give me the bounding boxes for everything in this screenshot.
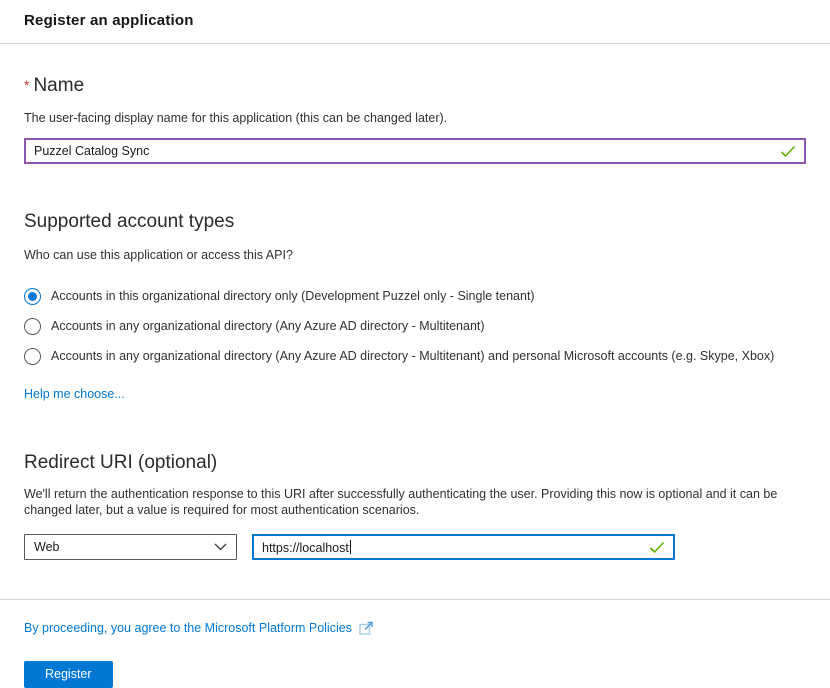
radio-button-icon[interactable]: [24, 348, 41, 365]
page-title: Register an application: [24, 12, 806, 29]
check-icon: [649, 541, 665, 554]
redirect-uri-value: https://localhost: [262, 540, 641, 555]
text-caret: [350, 540, 351, 554]
account-types-heading: Supported account types: [24, 210, 806, 233]
name-section-heading: *Name: [24, 74, 806, 97]
account-type-option[interactable]: Accounts in any organizational directory…: [24, 345, 806, 367]
platform-policies-link[interactable]: By proceeding, you agree to the Microsof…: [24, 621, 352, 635]
register-form: *Name The user-facing display name for t…: [0, 74, 830, 688]
name-heading-label: Name: [33, 75, 84, 96]
register-button[interactable]: Register: [24, 661, 113, 688]
account-type-option[interactable]: Accounts in any organizational directory…: [24, 315, 806, 337]
check-icon: [780, 145, 796, 158]
help-me-choose-link[interactable]: Help me choose...: [24, 387, 125, 401]
account-type-option-label: Accounts in this organizational director…: [51, 289, 535, 303]
external-link-icon[interactable]: [359, 621, 374, 635]
footer-divider: [0, 599, 830, 600]
chevron-down-icon: [214, 543, 227, 551]
redirect-uri-input[interactable]: https://localhost: [252, 534, 675, 560]
account-types-radio-group: Accounts in this organizational director…: [24, 285, 806, 367]
account-type-option-label: Accounts in any organizational directory…: [51, 319, 485, 333]
redirect-uri-row: Web https://localhost: [24, 534, 806, 560]
redirect-uri-description: We'll return the authentication response…: [24, 486, 806, 518]
platform-select-value: Web: [34, 540, 214, 554]
redirect-uri-heading: Redirect URI (optional): [24, 451, 806, 474]
page-header: Register an application: [0, 0, 830, 44]
app-name-input[interactable]: Puzzel Catalog Sync: [24, 138, 806, 164]
radio-button-icon[interactable]: [24, 318, 41, 335]
account-type-option-label: Accounts in any organizational directory…: [51, 349, 774, 363]
required-marker: *: [24, 77, 29, 93]
account-type-option[interactable]: Accounts in this organizational director…: [24, 285, 806, 307]
app-name-value: Puzzel Catalog Sync: [34, 144, 772, 158]
radio-button-icon[interactable]: [24, 288, 41, 305]
account-types-description: Who can use this application or access t…: [24, 247, 806, 263]
name-description: The user-facing display name for this ap…: [24, 110, 806, 126]
platform-select[interactable]: Web: [24, 534, 237, 560]
